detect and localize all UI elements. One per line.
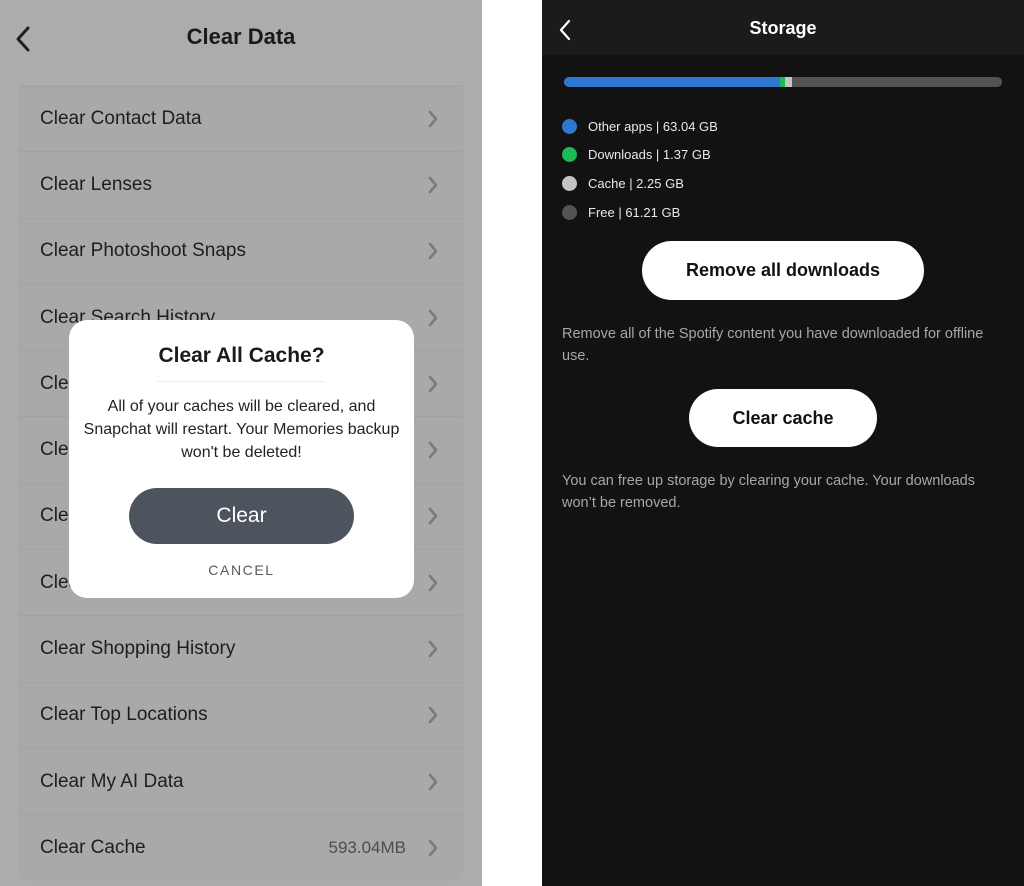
list-item-clear-lenses[interactable]: Clear Lenses — [19, 152, 462, 219]
storage-legend: Other apps | 63.04 GB Downloads | 1.37 G… — [562, 112, 718, 226]
chevron-right-icon — [424, 770, 442, 794]
remove-downloads-description: Remove all of the Spotify content you ha… — [562, 326, 984, 364]
legend-dot — [562, 147, 577, 163]
dialog-title: Clear All Cache? — [158, 344, 325, 367]
cache-size-value: 593.04MB — [328, 838, 407, 858]
list-item-label: Clear Lenses — [40, 173, 152, 195]
chevron-right-icon — [424, 372, 442, 396]
legend-dot — [562, 175, 577, 191]
confirm-clear-button[interactable]: Clear — [129, 488, 354, 544]
list-item-clear-shopping-history[interactable]: Clear Shopping History — [19, 616, 462, 683]
list-item-label: Clear My AI Data — [40, 770, 184, 792]
legend-dot — [562, 204, 577, 220]
list-item-label: Clear Shopping History — [40, 638, 236, 660]
legend-item-other-apps: Other apps | 63.04 GB — [562, 112, 718, 141]
remove-all-downloads-button[interactable]: Remove all downloads — [642, 241, 924, 300]
legend-item-free: Free | 61.21 GB — [562, 198, 718, 227]
legend-label: Downloads | 1.37 GB — [588, 147, 711, 163]
chevron-right-icon — [424, 836, 442, 860]
chevron-right-icon — [424, 637, 442, 661]
list-item-clear-my-ai-data[interactable]: Clear My AI Data — [19, 749, 462, 816]
legend-item-cache: Cache | 2.25 GB — [562, 169, 718, 198]
chevron-right-icon — [424, 703, 442, 727]
legend-label: Free | 61.21 GB — [588, 204, 681, 220]
dialog-message: All of your caches will be cleared, and … — [83, 398, 400, 461]
chevron-right-icon — [424, 107, 442, 131]
page-title: Clear Data — [186, 24, 296, 49]
list-item-clear-top-locations[interactable]: Clear Top Locations — [19, 683, 462, 749]
page-title: Storage — [749, 18, 817, 38]
spotify-header: Storage — [542, 0, 1024, 55]
chevron-right-icon — [424, 306, 442, 330]
storage-bar-segment-other-apps — [564, 77, 780, 87]
list-item-label: Clear Contact Data — [40, 108, 202, 130]
chevron-right-icon — [424, 239, 442, 263]
legend-dot — [562, 118, 577, 134]
chevron-right-icon — [424, 504, 442, 528]
list-item-label: Clear Cache — [40, 837, 146, 859]
cancel-button[interactable]: CANCEL — [69, 562, 414, 578]
legend-label: Cache | 2.25 GB — [588, 175, 684, 191]
list-item-label: Clear Top Locations — [40, 704, 208, 726]
dialog-divider — [157, 381, 325, 382]
snapchat-clear-data-screen: Clear Data Clear Contact Data Clear Lens… — [0, 0, 482, 886]
list-item-clear-cache[interactable]: Clear Cache 593.04MB — [19, 815, 462, 881]
clear-cache-button[interactable]: Clear cache — [689, 389, 877, 447]
chevron-right-icon — [424, 571, 442, 595]
clear-all-cache-dialog: Clear All Cache? All of your caches will… — [69, 320, 414, 598]
storage-usage-bar — [564, 77, 1002, 87]
chevron-right-icon — [424, 438, 442, 462]
storage-bar-segment-free — [792, 77, 1002, 87]
snapchat-header: Clear Data — [0, 0, 482, 78]
clear-cache-description: You can free up storage by clearing your… — [562, 473, 975, 511]
list-item-clear-contact-data[interactable]: Clear Contact Data — [19, 86, 462, 153]
spotify-storage-screen: Storage Other apps | 63.04 GB Downloads … — [542, 0, 1024, 886]
list-item-clear-photoshoot-snaps[interactable]: Clear Photoshoot Snaps — [19, 219, 462, 285]
list-item-label: Clear Photoshoot Snaps — [40, 240, 246, 262]
storage-bar-segment-cache — [784, 77, 793, 87]
legend-label: Other apps | 63.04 GB — [588, 118, 718, 134]
chevron-right-icon — [424, 173, 442, 197]
legend-item-downloads: Downloads | 1.37 GB — [562, 141, 718, 170]
